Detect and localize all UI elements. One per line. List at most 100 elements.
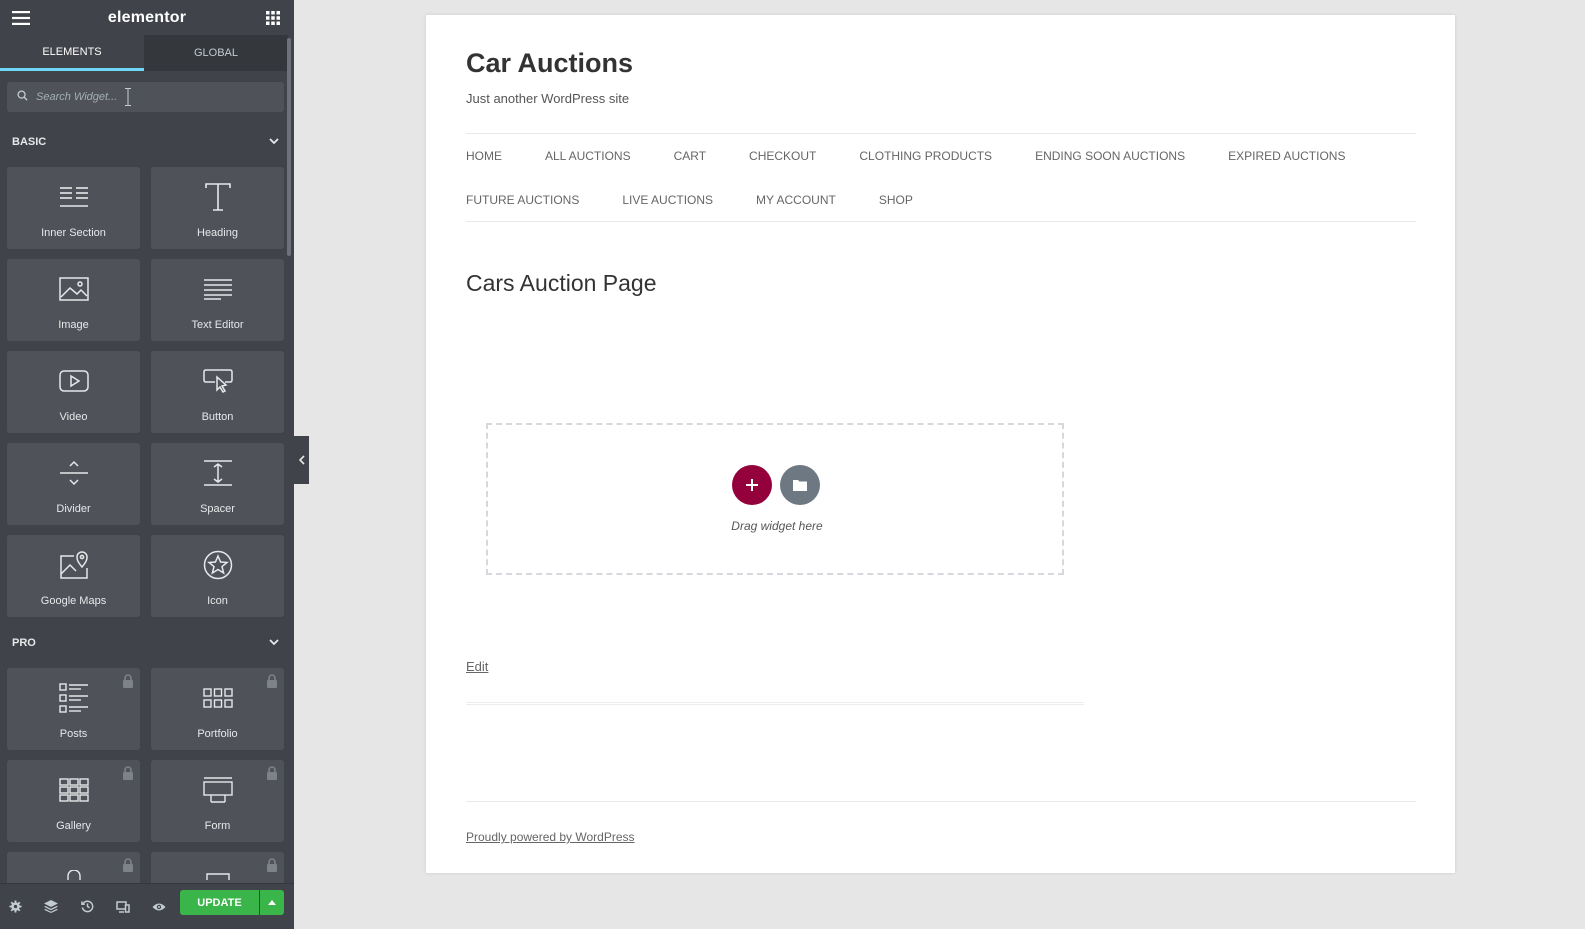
widget-label: Heading xyxy=(197,227,238,239)
footer-divider xyxy=(466,801,1416,802)
search-box xyxy=(7,82,284,112)
preview-eye-icon[interactable] xyxy=(152,893,166,921)
lock-icon xyxy=(123,858,133,872)
spacer-icon xyxy=(200,457,236,489)
chevron-down-icon[interactable] xyxy=(268,135,280,147)
search-widget-input[interactable] xyxy=(34,90,234,104)
nav-item-expired-auctions[interactable]: EXPIRED AUCTIONS xyxy=(1228,149,1345,163)
nav-item-home[interactable]: HOME xyxy=(466,149,502,163)
inner-section-icon xyxy=(56,181,92,213)
search-icon xyxy=(17,88,28,106)
nav-item-checkout[interactable]: CHECKOUT xyxy=(749,149,816,163)
editor-logo: elementor xyxy=(107,8,187,26)
history-icon[interactable] xyxy=(80,893,94,921)
tab-global[interactable]: GLOBAL xyxy=(144,35,288,71)
star-icon xyxy=(200,549,236,581)
widget-gallery[interactable]: Gallery xyxy=(7,760,140,842)
collapse-panel-toggle[interactable] xyxy=(294,436,309,484)
add-section-button[interactable] xyxy=(732,465,772,505)
widget-portfolio[interactable]: Portfolio xyxy=(151,668,284,750)
widget-divider[interactable]: Divider xyxy=(7,443,140,525)
primary-nav-row-1: HOME ALL AUCTIONS CART CHECKOUT CLOTHING… xyxy=(466,149,1388,163)
widget-label: Posts xyxy=(59,728,88,740)
responsive-mode-icon[interactable] xyxy=(116,893,130,921)
header-divider xyxy=(466,133,1416,134)
page-title: Cars Auction Page xyxy=(466,270,657,296)
category-title-basic[interactable]: BASIC xyxy=(12,136,46,148)
edit-link[interactable]: Edit xyxy=(466,659,488,674)
nav-divider xyxy=(466,221,1416,222)
google-maps-icon xyxy=(56,549,92,581)
navigator-layers-icon[interactable] xyxy=(44,893,58,921)
settings-gear-icon[interactable] xyxy=(8,893,22,921)
lock-icon xyxy=(267,674,277,688)
chevron-left-icon xyxy=(298,455,305,465)
nav-item-all-auctions[interactable]: ALL AUCTIONS xyxy=(545,149,631,163)
page-preview: Car Auctions Just another WordPress site… xyxy=(426,15,1455,873)
nav-item-live-auctions[interactable]: LIVE AUCTIONS xyxy=(622,193,713,207)
nav-item-my-account[interactable]: MY ACCOUNT xyxy=(756,193,836,207)
widget-label: Gallery xyxy=(56,820,91,832)
divider-icon xyxy=(56,457,92,489)
widgets-grid-icon[interactable] xyxy=(262,7,284,29)
drag-widget-hint: Drag widget here xyxy=(731,519,823,533)
widget-label: Form xyxy=(204,820,231,832)
widget-spacer[interactable]: Spacer xyxy=(151,443,284,525)
primary-nav-row-2: FUTURE AUCTIONS LIVE AUCTIONS MY ACCOUNT… xyxy=(466,193,956,207)
site-title[interactable]: Car Auctions xyxy=(466,48,633,79)
widget-label: Text Editor xyxy=(191,319,244,331)
widget-label: Inner Section xyxy=(41,227,106,239)
folder-icon xyxy=(793,480,807,491)
widget-label: Button xyxy=(201,411,234,423)
panel-scrollbar-thumb[interactable] xyxy=(287,38,291,256)
widget-label: Portfolio xyxy=(197,728,238,740)
update-button[interactable]: UPDATE xyxy=(180,890,259,915)
widget-video[interactable]: Video xyxy=(7,351,140,433)
text-cursor-icon xyxy=(125,88,131,106)
powered-by-link[interactable]: Proudly powered by WordPress xyxy=(466,830,635,844)
nav-item-clothing-products[interactable]: CLOTHING PRODUCTS xyxy=(859,149,992,163)
widget-heading[interactable]: Heading xyxy=(151,167,284,249)
portfolio-icon xyxy=(200,682,236,714)
widget-label: Video xyxy=(59,411,88,423)
widget-button[interactable]: Button xyxy=(151,351,284,433)
heading-icon xyxy=(200,181,236,213)
nav-item-future-auctions[interactable]: FUTURE AUCTIONS xyxy=(466,193,579,207)
plus-icon xyxy=(746,479,758,491)
posts-icon xyxy=(56,682,92,714)
empty-section-dropzone[interactable]: Drag widget here xyxy=(486,423,1064,575)
category-title-pro[interactable]: PRO xyxy=(12,637,36,649)
editor-footer: UPDATE xyxy=(0,883,294,929)
update-options-caret-icon[interactable] xyxy=(260,890,284,915)
widget-label: Spacer xyxy=(200,503,235,515)
nav-item-cart[interactable]: CART xyxy=(674,149,706,163)
panel-tabs: ELEMENTS GLOBAL xyxy=(0,35,288,71)
form-icon xyxy=(200,774,236,806)
nav-item-shop[interactable]: SHOP xyxy=(879,193,913,207)
chevron-down-icon[interactable] xyxy=(268,636,280,648)
widget-image[interactable]: Image xyxy=(7,259,140,341)
site-tagline: Just another WordPress site xyxy=(466,91,630,106)
button-icon xyxy=(200,365,236,397)
lock-icon xyxy=(123,766,133,780)
content-separator xyxy=(466,702,1084,705)
widget-inner-section[interactable]: Inner Section xyxy=(7,167,140,249)
widget-posts[interactable]: Posts xyxy=(7,668,140,750)
widget-icon[interactable]: Icon xyxy=(151,535,284,617)
add-template-button[interactable] xyxy=(780,465,820,505)
lock-icon xyxy=(267,858,277,872)
widget-form[interactable]: Form xyxy=(151,760,284,842)
nav-item-ending-soon-auctions[interactable]: ENDING SOON AUCTIONS xyxy=(1035,149,1185,163)
editor-header: elementor xyxy=(0,0,294,35)
widget-google-maps[interactable]: Google Maps xyxy=(7,535,140,617)
tab-elements[interactable]: ELEMENTS xyxy=(0,35,144,71)
menu-icon[interactable] xyxy=(10,7,32,29)
widget-text-editor[interactable]: Text Editor xyxy=(151,259,284,341)
video-icon xyxy=(56,365,92,397)
image-icon xyxy=(56,273,92,305)
widget-label: Icon xyxy=(207,595,228,607)
widget-label: Divider xyxy=(56,503,91,515)
editor-panel: elementor ELEMENTS GLOBAL BASIC xyxy=(0,0,294,929)
basic-widgets-grid: Inner Section Heading Image Text Editor … xyxy=(7,167,284,617)
lock-icon xyxy=(123,674,133,688)
